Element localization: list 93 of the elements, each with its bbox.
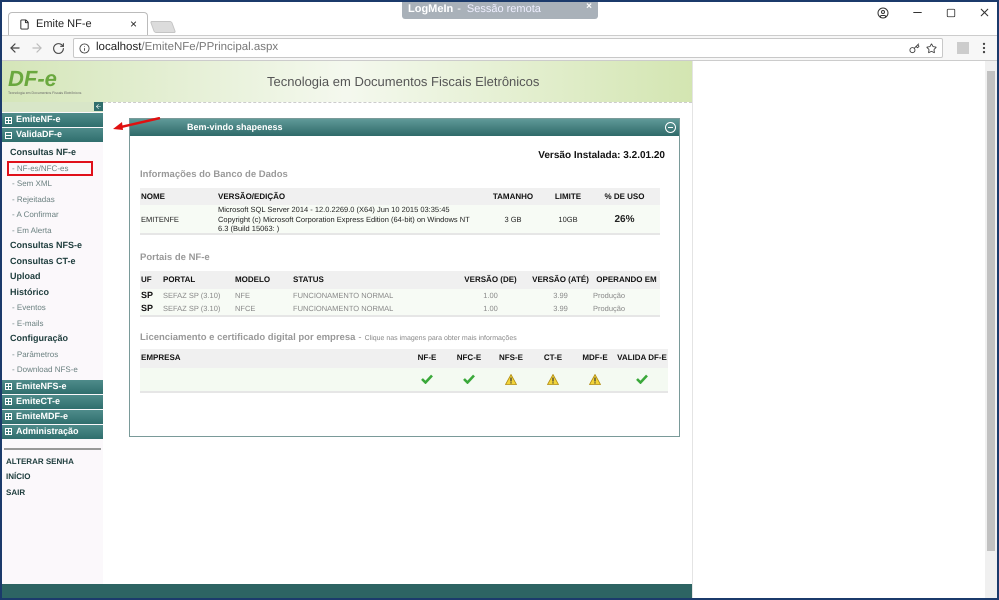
menu-group-label[interactable]: EmiteNFS-e <box>16 380 67 394</box>
column-header: OPERANDO EM <box>595 274 658 286</box>
menu-section[interactable]: Upload <box>2 269 103 284</box>
expand-icon[interactable] <box>5 383 12 390</box>
collapse-panel-icon[interactable] <box>665 122 676 133</box>
column-header: NFC-E <box>456 352 482 364</box>
collapse-sidebar-button[interactable] <box>94 102 103 111</box>
scrollbar-thumb[interactable] <box>987 71 995 551</box>
column-header: VERSÃO (DE) <box>463 274 518 286</box>
menu-item[interactable]: - Em Alerta <box>7 222 93 238</box>
menu-section[interactable]: Histórico <box>2 284 103 300</box>
checkmark-icon[interactable] <box>636 374 648 384</box>
menu-group-label[interactable]: EmiteMDF-e <box>16 410 68 424</box>
tab-title[interactable]: Emite NF-e <box>36 16 124 32</box>
column-header: EMPRESA <box>140 352 182 364</box>
section-separator: - <box>358 330 362 344</box>
expand-icon[interactable] <box>5 413 12 420</box>
menu-section[interactable]: Configuração <box>2 331 103 346</box>
checkmark-icon[interactable] <box>463 374 475 384</box>
column-header: NFS-E <box>498 352 524 364</box>
menu-group-header[interactable]: EmiteMDF-e <box>2 410 103 424</box>
menu-item[interactable]: - Parâmetros <box>7 346 93 362</box>
table-cell-text: 26% <box>613 212 636 227</box>
menu-group-header[interactable]: EmiteNF-e <box>2 113 103 127</box>
column-header: TAMANHO <box>492 190 534 203</box>
menu-section[interactable]: Consultas NF-e <box>2 145 103 160</box>
column-header: UF <box>140 274 153 286</box>
menu-item[interactable]: - E-mails <box>7 316 93 331</box>
menu-item[interactable]: - A Confirmar <box>7 207 93 222</box>
menu-section[interactable]: Consultas CT-e <box>2 254 103 269</box>
banner-separator: - <box>457 2 461 18</box>
column-header: MODELO <box>235 274 272 286</box>
warning-icon[interactable] <box>589 374 601 385</box>
checkmark-icon[interactable] <box>421 374 433 384</box>
menu-item[interactable]: - Download NFS-e <box>7 362 93 378</box>
annotation-arrow <box>113 117 161 131</box>
warning-icon[interactable] <box>547 374 559 385</box>
column-header: STATUS <box>293 274 325 286</box>
section-title: Portais de NF-e <box>140 251 211 266</box>
column-header: NF-E <box>416 352 438 364</box>
menu-group-header[interactable]: EmiteCT-e <box>2 394 103 408</box>
expand-icon[interactable] <box>5 116 12 124</box>
menu-group-header[interactable]: ValidaDF-e <box>2 128 103 142</box>
installed-version: Versão Instalada: 3.2.01.20 <box>538 149 665 163</box>
page-icon <box>19 18 30 30</box>
menu-group-label[interactable]: EmiteCT-e <box>16 394 60 408</box>
profile-icon[interactable] <box>877 6 889 18</box>
tab-close-button[interactable]: × <box>130 15 137 33</box>
warning-icon[interactable] <box>505 374 517 385</box>
table-cell-text: SP <box>140 288 154 302</box>
banner-text: Sessão remota <box>466 2 541 18</box>
column-header: VALIDA DF-E <box>616 352 668 364</box>
section-title: Informações do Banco de Dados <box>140 168 289 182</box>
url-text[interactable]: localhost/EmiteNFe/PPrincipal.aspx <box>96 39 278 57</box>
address-bar[interactable]: localhost/EmiteNFe/PPrincipal.aspx <box>73 38 943 58</box>
info-icon[interactable] <box>79 42 90 54</box>
star-icon[interactable] <box>926 42 937 54</box>
menu-group-header[interactable]: EmiteNFS-e <box>2 380 103 394</box>
menu-group-label[interactable]: EmiteNF-e <box>16 113 61 127</box>
column-header: MDF-E <box>581 352 609 364</box>
column-header: NOME <box>140 190 166 203</box>
column-header: % DE USO <box>603 190 646 203</box>
sidebar-link[interactable]: ALTERAR SENHA <box>6 454 103 469</box>
sidebar-link[interactable]: SAIR <box>6 484 103 500</box>
expand-icon[interactable] <box>5 428 12 435</box>
menu-group-label[interactable]: Administração <box>16 424 79 438</box>
maximize-icon[interactable] <box>946 8 956 18</box>
collapse-icon[interactable] <box>5 132 12 138</box>
sidebar-link[interactable]: INÍCIO <box>6 469 103 484</box>
table-cell-text: SP <box>140 302 154 315</box>
column-header: CT-E <box>542 352 564 364</box>
section-title: Licenciamento e certificado digital por empresa <box>140 330 356 344</box>
page-title: Tecnologia em Documentos Fiscais Eletrônicos <box>267 72 540 91</box>
reload-icon[interactable] <box>52 42 65 54</box>
menu-item[interactable]: - Eventos <box>7 300 93 316</box>
column-header: VERSÃO/EDIÇÃO <box>217 190 286 203</box>
key-icon[interactable] <box>909 42 920 54</box>
menu-group-header[interactable]: Administração <box>2 424 103 438</box>
expand-icon[interactable] <box>5 398 12 405</box>
menu-group-label[interactable]: ValidaDF-e <box>16 128 62 142</box>
menu-item[interactable]: - Sem XML <box>7 176 93 192</box>
column-header: LIMITE <box>554 190 582 203</box>
menu-item[interactable]: - Rejeitadas <box>7 192 93 207</box>
menu-item[interactable]: - NF-es/NFC-es <box>7 160 93 176</box>
banner-app-name: LogMeIn <box>408 2 454 18</box>
browser-tab[interactable]: Emite NF-e × <box>8 12 148 35</box>
logo: DF-e <box>8 66 58 91</box>
column-header: VERSÃO (ATÉ) <box>531 274 590 286</box>
column-header: PORTAL <box>163 274 196 286</box>
menu-section[interactable]: Consultas NFS-e <box>2 238 103 254</box>
panel-title: Bem-vindo shapeness <box>187 120 283 134</box>
close-icon[interactable] <box>978 6 991 19</box>
back-icon[interactable] <box>8 41 22 55</box>
